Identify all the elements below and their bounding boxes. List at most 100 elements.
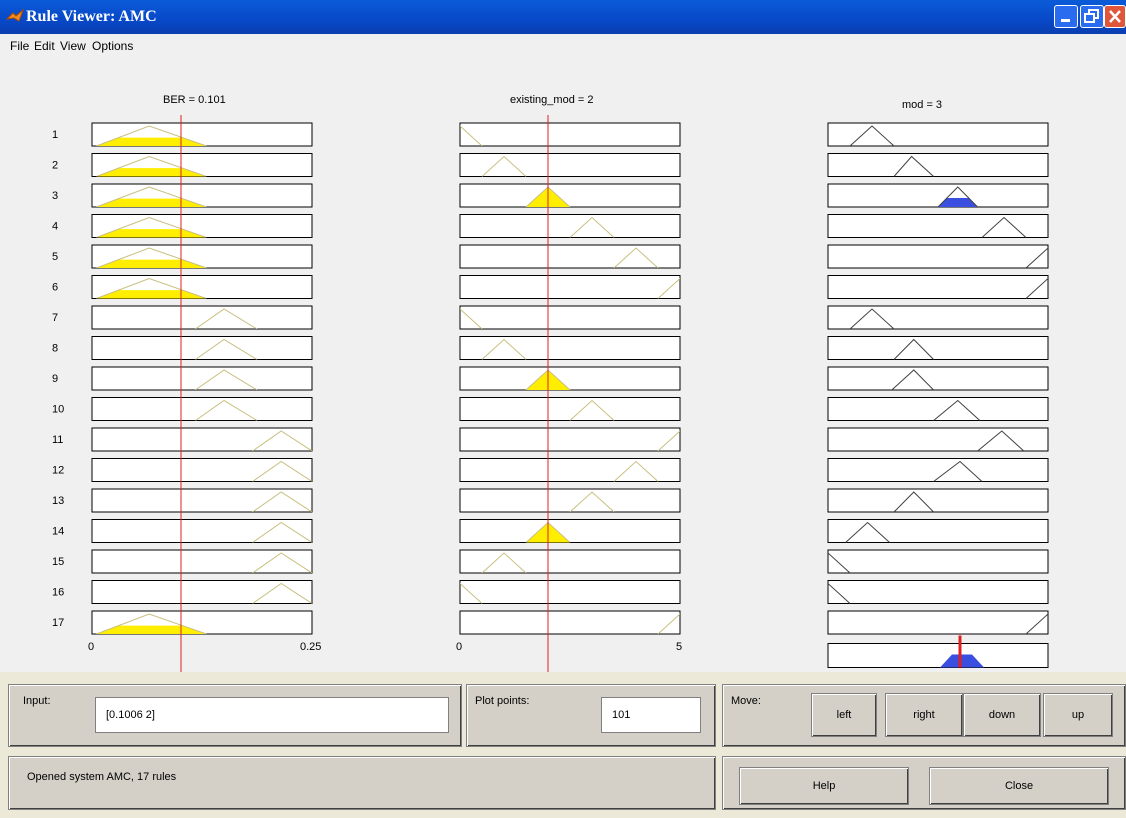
rule-cell	[459, 549, 681, 574]
rule-number: 3	[52, 190, 58, 202]
move-panel: Move: left right down up	[722, 684, 1126, 747]
rule-cell	[91, 458, 313, 482]
rule-cell	[459, 366, 681, 391]
variable-label: mod = 3	[902, 99, 942, 111]
rule-number: 6	[52, 282, 58, 294]
rule-cell	[91, 427, 313, 452]
maximize-button[interactable]	[1080, 5, 1104, 28]
rule-cell	[827, 275, 1049, 299]
rule-number: 2	[52, 160, 58, 172]
rule-cell	[91, 336, 313, 360]
rule-number: 4	[52, 221, 58, 233]
axis-max-label: 0.25	[300, 641, 321, 653]
input-field[interactable]: [0.1006 2]	[95, 697, 449, 733]
window-title: Rule Viewer: AMC	[26, 8, 157, 25]
rule-cell	[827, 214, 1049, 238]
status-text: Opened system AMC, 17 rules	[27, 771, 177, 783]
rule-cell	[459, 427, 681, 452]
move-label: Move:	[731, 695, 761, 707]
rule-number: 11	[52, 434, 63, 446]
rule-cell	[91, 366, 313, 391]
rule-cell	[459, 610, 681, 635]
rule-cell	[827, 183, 1049, 208]
rule-cell	[827, 610, 1049, 635]
move-right-button[interactable]: right	[885, 693, 963, 737]
status-panel: Opened system AMC, 17 rules	[8, 756, 716, 810]
rule-number: 15	[52, 556, 64, 568]
move-down-button[interactable]: down	[963, 693, 1041, 737]
axis-max-label: 5	[676, 641, 682, 653]
axis-min-label: 0	[456, 641, 462, 653]
rule-number: 14	[52, 526, 64, 538]
rule-number: 5	[52, 251, 58, 263]
rule-cell	[459, 244, 681, 269]
title-bar: Rule Viewer: AMC	[0, 0, 1126, 34]
rule-number: 12	[52, 465, 64, 477]
rule-cell	[827, 336, 1049, 360]
rule-cell	[91, 519, 313, 543]
rule-cell	[459, 336, 681, 360]
rule-cell	[91, 580, 313, 604]
minimize-icon	[1061, 19, 1070, 22]
close-icon	[1109, 10, 1121, 23]
rule-number: 8	[52, 343, 58, 355]
rule-cell	[827, 519, 1049, 543]
rule-cell	[459, 397, 681, 421]
close-window-button[interactable]	[1104, 5, 1126, 28]
rule-cell	[827, 305, 1049, 330]
rule-number: 1	[52, 129, 58, 141]
rule-plot-area: BER = 0.101 existing_mod = 2 mod = 3123456…	[0, 60, 1126, 672]
axis-min-label: 0	[88, 641, 94, 653]
variable-label: existing_mod = 2	[510, 94, 593, 106]
rule-number: 9	[52, 373, 58, 385]
rule-cell	[459, 580, 681, 604]
rule-cell	[827, 244, 1049, 269]
rule-number: 17	[52, 617, 64, 629]
rule-number: 10	[52, 404, 64, 416]
rule-cell	[91, 397, 313, 421]
rule-cell	[91, 549, 313, 574]
rule-cell	[459, 275, 681, 299]
rule-plots: BER = 0.101 existing_mod = 2 mod = 3123456…	[52, 94, 1049, 672]
rule-cell	[827, 488, 1049, 513]
rule-cell	[459, 519, 681, 543]
menu-view[interactable]: View	[60, 39, 86, 53]
menu-bar: File Edit View Options	[0, 34, 1126, 60]
menu-edit[interactable]: Edit	[34, 39, 55, 53]
rule-cell	[827, 549, 1049, 574]
rule-cell	[459, 214, 681, 238]
rule-cell	[91, 488, 313, 513]
rule-cell	[827, 580, 1049, 604]
variable-label: BER = 0.101	[163, 94, 226, 106]
rule-number: 7	[52, 312, 58, 324]
move-up-button[interactable]: up	[1043, 693, 1113, 737]
rule-cell	[459, 305, 681, 330]
action-panel: Help Close	[722, 756, 1126, 810]
close-button[interactable]: Close	[929, 767, 1109, 805]
input-panel: Input: [0.1006 2]	[8, 684, 462, 747]
rule-cell	[459, 153, 681, 177]
rule-cell	[91, 305, 313, 330]
help-button[interactable]: Help	[739, 767, 909, 805]
rule-cell	[459, 122, 681, 147]
rule-cell	[827, 122, 1049, 147]
rule-number: 13	[52, 495, 64, 507]
menu-options[interactable]: Options	[92, 39, 133, 53]
rule-cell	[459, 488, 681, 513]
matlab-icon	[6, 8, 24, 22]
restore-icon	[1084, 9, 1099, 23]
input-label: Input:	[23, 695, 51, 707]
rule-cell	[459, 183, 681, 208]
plot-points-label: Plot points:	[475, 695, 530, 707]
rule-cell	[827, 427, 1049, 452]
rule-number: 16	[52, 587, 64, 599]
menu-file[interactable]: File	[10, 39, 29, 53]
rule-cell	[459, 458, 681, 482]
rule-cell	[827, 366, 1049, 391]
aggregate-cell	[827, 643, 1049, 668]
rule-cell	[827, 153, 1049, 177]
plot-points-field[interactable]: 101	[601, 697, 701, 733]
move-left-button[interactable]: left	[811, 693, 877, 737]
plot-points-panel: Plot points: 101	[466, 684, 716, 747]
minimize-button[interactable]	[1054, 5, 1078, 28]
